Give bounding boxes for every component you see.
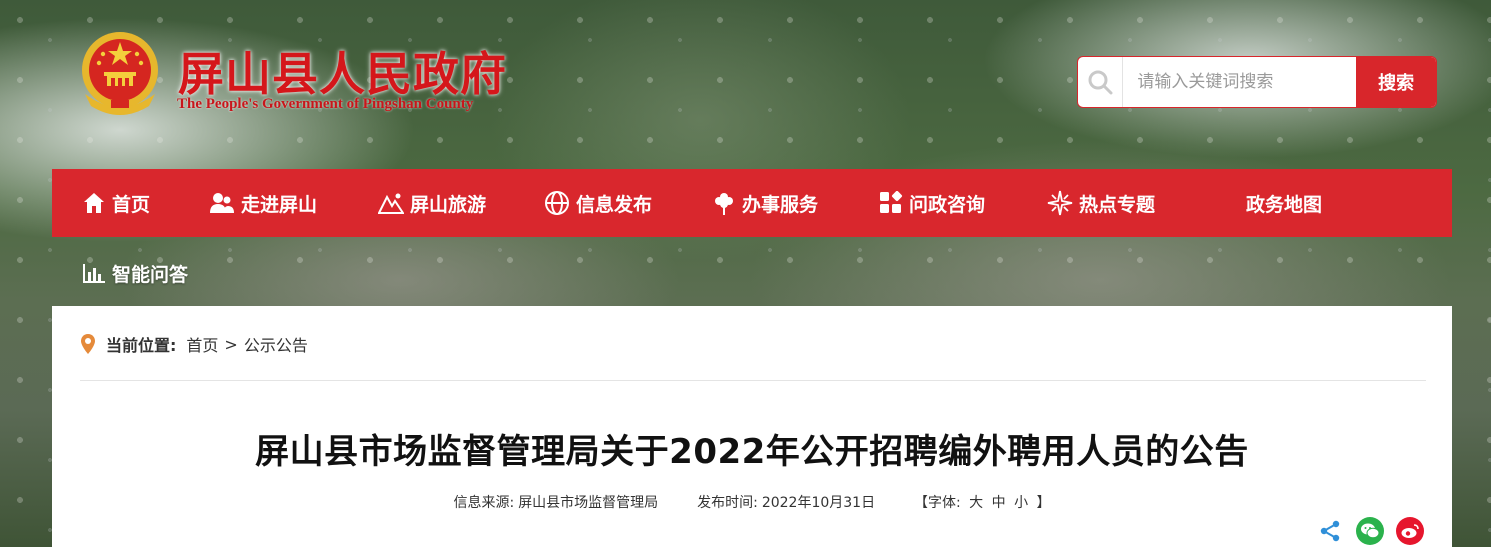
nav-item-services[interactable]: 办事服务: [712, 169, 818, 237]
article-title: 屏山县市场监督管理局关于2022年公开招聘编外聘用人员的公告: [255, 432, 1249, 472]
font-size-large-button[interactable]: 大: [969, 495, 983, 511]
share-button[interactable]: [1316, 517, 1344, 545]
source-value: 屏山县市场监督管理局: [518, 495, 659, 511]
search-icon: [1078, 57, 1124, 107]
nav-label: 政务地图: [1246, 193, 1323, 216]
search-button[interactable]: 搜索: [1356, 57, 1436, 107]
nav-label: 屏山旅游: [410, 193, 487, 216]
mountain-icon: [378, 193, 404, 214]
home-icon: [84, 193, 104, 213]
share-row: [1316, 517, 1424, 545]
national-emblem-icon: [77, 28, 163, 120]
globe-icon: [545, 191, 569, 215]
nav-item-consult[interactable]: 问政咨询: [879, 169, 985, 237]
nav-item-map[interactable]: 政务地图: [1246, 169, 1322, 237]
location-pin-icon: [81, 334, 95, 354]
sparkle-icon: [1047, 190, 1073, 216]
bar-chart-icon: [83, 264, 105, 283]
font-size-close: 】: [1036, 495, 1051, 511]
site-header: 屏山县人民政府 The People's Government of Pings…: [0, 0, 1491, 168]
nav-label: 走进屏山: [241, 193, 318, 216]
site-subtitle: The People's Government of Pingshan Coun…: [177, 96, 474, 112]
flower-icon: [715, 193, 733, 215]
share-icon: [1320, 520, 1340, 542]
source-label: 信息来源:: [453, 495, 515, 511]
breadcrumb-notices-link[interactable]: 公示公告: [244, 332, 308, 356]
divider: [80, 380, 1426, 381]
nav-label: 办事服务: [742, 193, 819, 216]
people-icon: [210, 193, 234, 213]
nav-item-tourism[interactable]: 屏山旅游: [378, 169, 486, 237]
nav-label: 信息发布: [576, 193, 653, 216]
article-panel: 当前位置: 首页 > 公示公告 屏山县市场监督管理局关于2022年公开招聘编外聘…: [52, 306, 1452, 547]
nav-item-home[interactable]: 首页: [82, 169, 150, 237]
nav-item-about[interactable]: 走进屏山: [209, 169, 317, 237]
breadcrumb-label: 当前位置:: [106, 336, 177, 355]
article-meta: 信息来源: 屏山县市场监督管理局 发布时间: 2022年10月31日 【字体: 大 …: [52, 492, 1452, 512]
breadcrumb-home-link[interactable]: 首页: [186, 332, 218, 356]
search-box: 搜索: [1077, 56, 1437, 108]
nav-label: 问政咨询: [909, 193, 986, 216]
search-input[interactable]: [1123, 57, 1357, 107]
nav-label: 智能问答: [112, 263, 189, 286]
breadcrumb-separator: >: [224, 334, 238, 354]
nav-label: 热点专题: [1079, 193, 1156, 216]
nav-item-topics[interactable]: 热点专题: [1047, 169, 1155, 237]
font-size-open: 【字体:: [913, 495, 961, 511]
main-nav: 首页 走进屏山 屏山旅游 信息发布 办事服务 问政咨询 热点专题 政务地图: [52, 169, 1452, 237]
site-title: 屏山县人民政府: [178, 47, 507, 101]
font-size-small-button[interactable]: 小: [1014, 495, 1028, 511]
breadcrumb: 当前位置: 首页 > 公示公告: [80, 330, 308, 358]
weibo-icon: [1401, 524, 1419, 538]
wechat-share-button[interactable]: [1356, 517, 1384, 545]
date-value: 2022年10月31日: [761, 495, 876, 511]
weibo-share-button[interactable]: [1396, 517, 1424, 545]
font-size-medium-button[interactable]: 中: [992, 495, 1006, 511]
wechat-icon: [1361, 523, 1380, 539]
nav-item-info[interactable]: 信息发布: [544, 169, 652, 237]
date-label: 发布时间:: [697, 495, 758, 511]
nav-label: 首页: [112, 193, 151, 216]
grid-icon: [880, 191, 903, 213]
nav-item-qa[interactable]: 智能问答: [82, 256, 188, 290]
